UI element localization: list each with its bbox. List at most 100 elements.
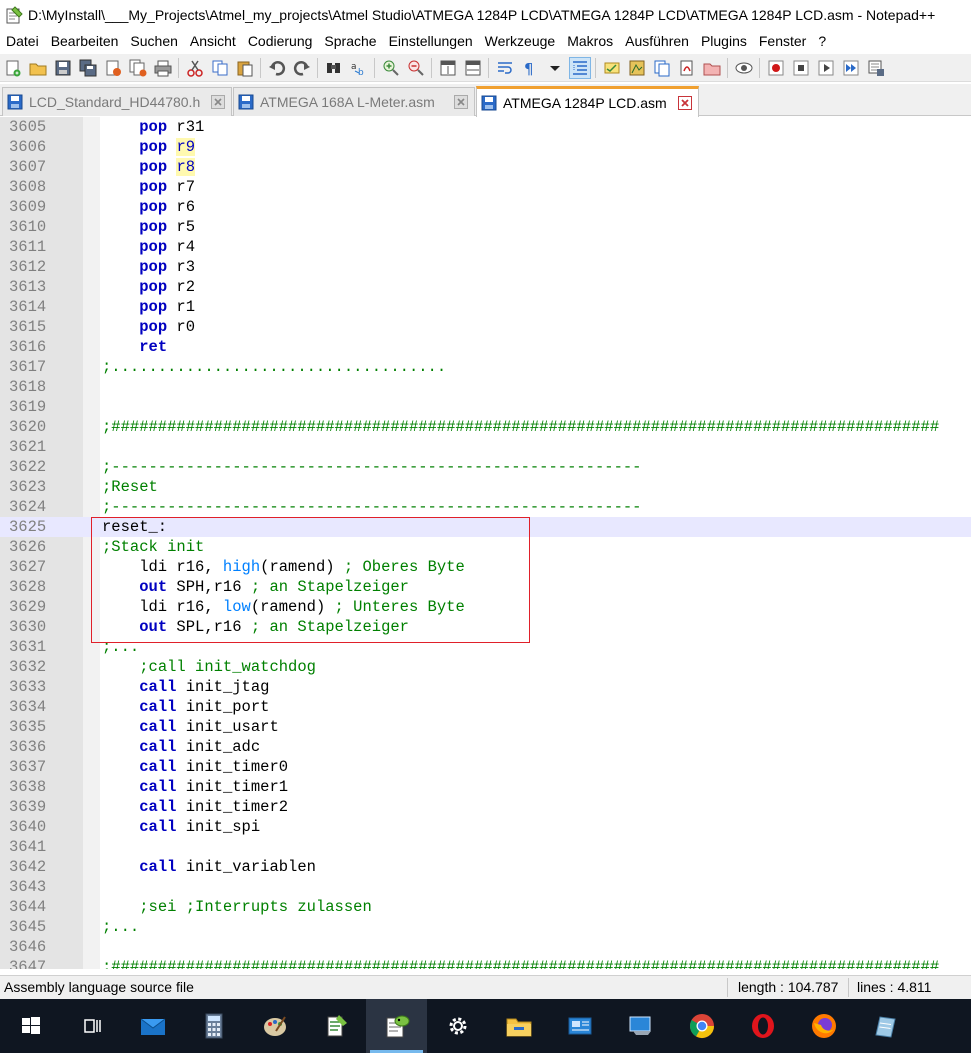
menu-sprache[interactable]: Sprache xyxy=(318,33,382,49)
file-explorer-icon[interactable] xyxy=(488,999,549,1053)
code-line[interactable]: 3640 call init_spi xyxy=(0,817,971,837)
tab-atmega-1284p[interactable]: ATMEGA 1284P LCD.asm xyxy=(476,86,699,117)
run-macro-multiple-icon[interactable] xyxy=(840,57,862,79)
zoom-out-icon[interactable] xyxy=(405,57,427,79)
menu-fenster[interactable]: Fenster xyxy=(753,33,812,49)
menu-plugins[interactable]: Plugins xyxy=(695,33,753,49)
sync-v-icon[interactable] xyxy=(437,57,459,79)
find-icon[interactable] xyxy=(323,57,345,79)
code-line[interactable]: 3637 call init_timer0 xyxy=(0,757,971,777)
code-line[interactable]: 3643 xyxy=(0,877,971,897)
code-line[interactable]: 3623 ;Reset xyxy=(0,477,971,497)
menu-makros[interactable]: Makros xyxy=(561,33,619,49)
menu-ausfuehren[interactable]: Ausführen xyxy=(619,33,695,49)
code-line[interactable]: 3611 pop r4 xyxy=(0,237,971,257)
control-panel-icon[interactable] xyxy=(549,999,610,1053)
notepadpp-app-icon[interactable] xyxy=(5,6,23,24)
code-line[interactable]: 3634 call init_port xyxy=(0,697,971,717)
paint-icon[interactable] xyxy=(244,999,305,1053)
folder-workspace-icon[interactable] xyxy=(676,57,698,79)
save-icon[interactable] xyxy=(52,57,74,79)
word-wrap-icon[interactable] xyxy=(494,57,516,79)
notepadpp-icon[interactable] xyxy=(366,999,427,1053)
menu-ansicht[interactable]: Ansicht xyxy=(184,33,242,49)
menu-datei[interactable]: Datei xyxy=(0,33,45,49)
code-line[interactable]: 3619 xyxy=(0,397,971,417)
redo-icon[interactable] xyxy=(291,57,313,79)
code-line[interactable]: 3641 xyxy=(0,837,971,857)
code-line[interactable]: 3639 call init_timer2 xyxy=(0,797,971,817)
undo-icon[interactable] xyxy=(266,57,288,79)
code-line[interactable]: 3633 call init_jtag xyxy=(0,677,971,697)
close-all-icon[interactable] xyxy=(127,57,149,79)
code-line[interactable]: 3629 ldi r16, low(ramend) ; Unteres Byte xyxy=(0,597,971,617)
show-all-chars-icon[interactable]: ¶ xyxy=(519,57,541,79)
paste-icon[interactable] xyxy=(234,57,256,79)
notes-icon[interactable] xyxy=(854,999,915,1053)
start-windows-icon[interactable] xyxy=(0,999,61,1053)
cut-icon[interactable] xyxy=(184,57,206,79)
save-macro-icon[interactable] xyxy=(865,57,887,79)
udl-icon[interactable] xyxy=(601,57,623,79)
func-list-icon[interactable] xyxy=(651,57,673,79)
code-line[interactable]: 3620 ;###################################… xyxy=(0,417,971,437)
notepad-icon[interactable] xyxy=(305,999,366,1053)
menu-suchen[interactable]: Suchen xyxy=(124,33,183,49)
code-line[interactable]: 3627 ldi r16, high(ramend) ; Oberes Byte xyxy=(0,557,971,577)
record-macro-icon[interactable] xyxy=(765,57,787,79)
code-line[interactable]: 3636 call init_adc xyxy=(0,737,971,757)
code-line[interactable]: 3647 ;###################################… xyxy=(0,957,971,969)
code-line[interactable]: 3616 ret xyxy=(0,337,971,357)
code-line[interactable]: 3615 pop r0 xyxy=(0,317,971,337)
close-icon[interactable] xyxy=(211,95,225,109)
code-line[interactable]: 3618 xyxy=(0,377,971,397)
code-line[interactable]: 3628 out SPH,r16 ; an Stapelzeiger xyxy=(0,577,971,597)
code-line[interactable]: 3622 ;-----------------------------------… xyxy=(0,457,971,477)
code-line[interactable]: 3635 call init_usart xyxy=(0,717,971,737)
code-line[interactable]: 3612 pop r3 xyxy=(0,257,971,277)
close-icon[interactable] xyxy=(454,95,468,109)
code-line[interactable]: 3614 pop r1 xyxy=(0,297,971,317)
code-line[interactable]: 3630 out SPL,r16 ; an Stapelzeiger xyxy=(0,617,971,637)
code-line[interactable]: 3607 pop r8 xyxy=(0,157,971,177)
menu-einstellungen[interactable]: Einstellungen xyxy=(383,33,479,49)
tab-lcd-standard[interactable]: LCD_Standard_HD44780.h xyxy=(2,87,232,116)
code-line[interactable]: 3608 pop r7 xyxy=(0,177,971,197)
code-line[interactable]: 3644 ;sei ;Interrupts zulassen xyxy=(0,897,971,917)
menu-werkzeuge[interactable]: Werkzeuge xyxy=(479,33,562,49)
doc-map-icon[interactable] xyxy=(626,57,648,79)
zoom-in-icon[interactable] xyxy=(380,57,402,79)
code-line[interactable]: 3610 pop r5 xyxy=(0,217,971,237)
chrome-icon[interactable] xyxy=(671,999,732,1053)
code-line[interactable]: 3646 xyxy=(0,937,971,957)
opera-icon[interactable] xyxy=(732,999,793,1053)
monitor-icon[interactable] xyxy=(733,57,755,79)
mail-icon[interactable] xyxy=(122,999,183,1053)
chevron-down-icon[interactable] xyxy=(544,57,566,79)
firefox-icon[interactable] xyxy=(793,999,854,1053)
menu-codierung[interactable]: Codierung xyxy=(242,33,319,49)
code-line[interactable]: 3609 pop r6 xyxy=(0,197,971,217)
print-icon[interactable] xyxy=(152,57,174,79)
code-line[interactable]: 3632 ;call init_watchdog xyxy=(0,657,971,677)
folder-icon[interactable] xyxy=(701,57,723,79)
code-line[interactable]: 3625 reset_: xyxy=(0,517,971,537)
close-icon[interactable] xyxy=(678,96,692,110)
code-line[interactable]: 3642 call init_variablen xyxy=(0,857,971,877)
code-line[interactable]: 3617;...................................… xyxy=(0,357,971,377)
code-line[interactable]: 3624 ;-----------------------------------… xyxy=(0,497,971,517)
code-line[interactable]: 3631;... xyxy=(0,637,971,657)
code-line[interactable]: 3626 ;Stack init xyxy=(0,537,971,557)
play-macro-icon[interactable] xyxy=(815,57,837,79)
settings-icon[interactable] xyxy=(427,999,488,1053)
code-line[interactable]: 3613 pop r2 xyxy=(0,277,971,297)
replace-icon[interactable]: ab xyxy=(348,57,370,79)
menu-help[interactable]: ? xyxy=(812,33,832,49)
save-all-icon[interactable] xyxy=(77,57,99,79)
editor-area[interactable]: 3605 pop r31 3606 pop r9 3607 pop r8 3608 p… xyxy=(0,117,971,969)
tab-lmeter[interactable]: ATMEGA 168A L-Meter.asm xyxy=(233,87,475,116)
code-line[interactable]: 3638 call init_timer1 xyxy=(0,777,971,797)
remote-desktop-icon[interactable] xyxy=(610,999,671,1053)
open-file-icon[interactable] xyxy=(27,57,49,79)
task-view-icon[interactable] xyxy=(61,999,122,1053)
